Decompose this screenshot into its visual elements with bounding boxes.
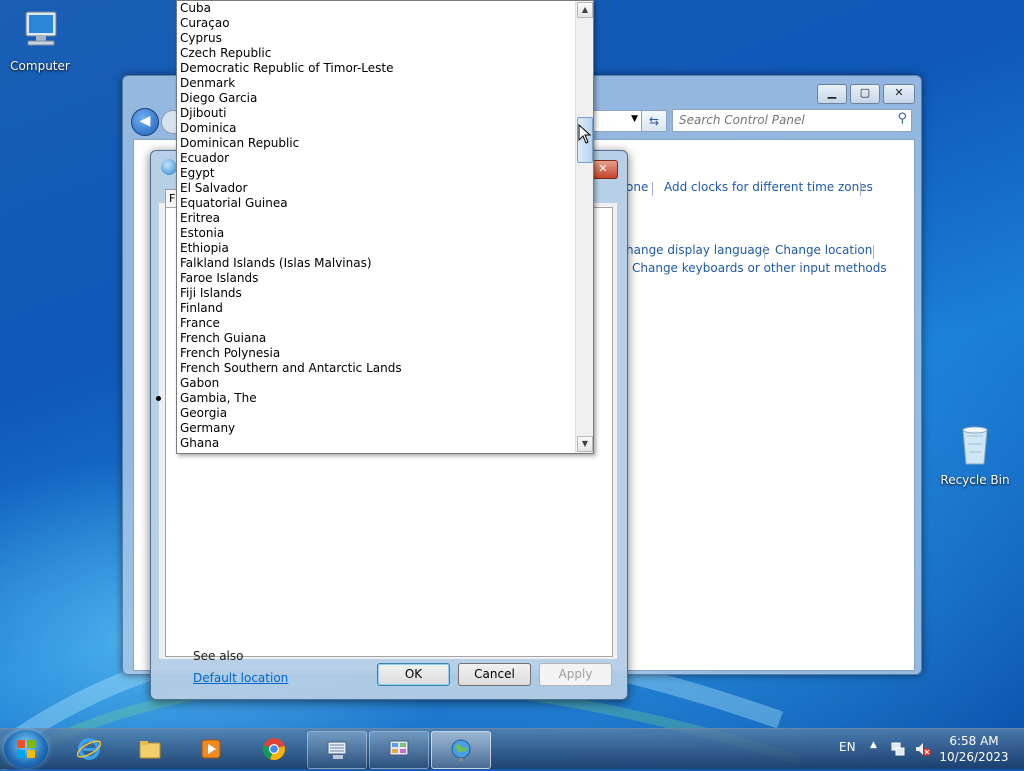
globe-icon xyxy=(451,739,471,761)
dropdown-item[interactable]: Finland xyxy=(177,301,575,316)
minimize-button[interactable]: ▁ xyxy=(817,84,847,104)
clock-time: 6:58 AM xyxy=(949,734,999,748)
dropdown-items: Cuba Curaçao Cyprus Czech Republic Democrati… xyxy=(177,1,575,451)
taskbar: EN ▲ xyxy=(0,728,1024,769)
dropdown-item[interactable]: Czech Republic xyxy=(177,46,575,61)
network-icon[interactable] xyxy=(890,741,906,757)
dropdown-item[interactable]: Djibouti xyxy=(177,106,575,121)
dropdown-scrollbar[interactable]: ▲ ▼ xyxy=(575,1,593,453)
scroll-down-icon[interactable]: ▼ xyxy=(577,436,593,452)
dropdown-item[interactable]: France xyxy=(177,316,575,331)
system-clock[interactable]: 6:58 AM 10/26/2023 xyxy=(938,733,1010,765)
start-button[interactable] xyxy=(4,730,48,768)
dropdown-item[interactable]: Ethiopia xyxy=(177,241,575,256)
dropdown-item[interactable]: El Salvador xyxy=(177,181,575,196)
see-also-heading: See also xyxy=(193,649,244,663)
taskbar-control-panel[interactable] xyxy=(369,731,429,769)
desktop-icon-recycle-bin[interactable]: Recycle Bin xyxy=(935,422,1015,487)
bullet-dot xyxy=(156,396,161,401)
dropdown-item[interactable]: Fiji Islands xyxy=(177,286,575,301)
dropdown-item[interactable]: Germany xyxy=(177,421,575,436)
dropdown-item[interactable]: Cyprus xyxy=(177,31,575,46)
dropdown-item[interactable]: French Southern and Antarctic Lands xyxy=(177,361,575,376)
dropdown-item[interactable]: Curaçao xyxy=(177,16,575,31)
volume-muted-icon[interactable] xyxy=(914,741,932,757)
search-input[interactable] xyxy=(673,110,891,129)
computer-icon xyxy=(25,11,57,46)
dropdown-item[interactable]: Georgia xyxy=(177,406,575,421)
desktop-icon-label: Computer xyxy=(10,59,70,73)
taskbar-file-explorer[interactable] xyxy=(121,731,179,767)
media-player-icon xyxy=(201,739,221,759)
dropdown-item[interactable]: Dominica xyxy=(177,121,575,136)
desktop-icon-label: Recycle Bin xyxy=(940,473,1010,487)
control-panel-icon xyxy=(389,740,409,756)
recycle-bin-icon xyxy=(962,426,988,465)
link-separator xyxy=(652,182,653,196)
dropdown-item[interactable]: French Polynesia xyxy=(177,346,575,361)
location-dropdown-list[interactable]: Cuba Curaçao Cyprus Czech Republic Democrati… xyxy=(176,0,594,454)
taskbar-chrome[interactable] xyxy=(245,731,303,767)
dropdown-item[interactable]: Cuba xyxy=(177,1,575,16)
link-separator xyxy=(873,245,874,259)
clock-date: 10/26/2023 xyxy=(939,750,1009,764)
dropdown-item[interactable]: Democratic Republic of Timor-Leste xyxy=(177,61,575,76)
dropdown-item[interactable]: Eritrea xyxy=(177,211,575,226)
close-window-button[interactable]: ✕ xyxy=(883,84,915,104)
time-zone-link[interactable]: one xyxy=(626,180,648,194)
link-separator xyxy=(764,245,765,259)
dropdown-item[interactable]: Dominican Republic xyxy=(177,136,575,151)
chevron-down-icon[interactable]: ▼ xyxy=(631,114,638,124)
taskbar-internet-explorer[interactable] xyxy=(60,731,118,767)
dropdown-item[interactable]: Faroe Islands xyxy=(177,271,575,286)
folder-icon xyxy=(139,741,161,759)
internet-explorer-icon xyxy=(77,738,101,760)
dropdown-item[interactable]: Gambia, The xyxy=(177,391,575,406)
back-arrow-icon[interactable]: ◀ xyxy=(131,108,159,136)
taskbar-on-screen-keyboard[interactable] xyxy=(307,731,367,769)
address-bar[interactable]: ▼ xyxy=(593,110,643,132)
dropdown-item[interactable]: Ghana xyxy=(177,436,575,451)
dropdown-item[interactable]: Egypt xyxy=(177,166,575,181)
dropdown-item[interactable]: Estonia xyxy=(177,226,575,241)
change-location-link[interactable]: Change location xyxy=(775,243,872,257)
dropdown-item[interactable]: Diego Garcia xyxy=(177,91,575,106)
dropdown-item[interactable]: Gabon xyxy=(177,376,575,391)
keyboard-icon xyxy=(327,741,347,759)
change-keyboards-link[interactable]: Change keyboards or other input methods xyxy=(632,261,887,275)
chrome-icon xyxy=(262,738,285,761)
ok-button[interactable]: OK xyxy=(377,663,450,686)
mouse-cursor-icon xyxy=(578,124,592,144)
globe-icon xyxy=(161,159,177,175)
desktop-icon-computer[interactable]: Computer xyxy=(0,8,80,73)
taskbar-region[interactable] xyxy=(431,731,491,769)
scroll-up-icon[interactable]: ▲ xyxy=(577,2,593,18)
dropdown-item[interactable]: Ecuador xyxy=(177,151,575,166)
dropdown-item[interactable]: French Guiana xyxy=(177,331,575,346)
default-location-link[interactable]: Default location xyxy=(193,671,288,685)
search-box[interactable]: ⚲ xyxy=(672,109,912,132)
change-display-language-link[interactable]: hange display language xyxy=(626,243,770,257)
dropdown-item[interactable]: Equatorial Guinea xyxy=(177,196,575,211)
dropdown-item[interactable]: Denmark xyxy=(177,76,575,91)
taskbar-media-player[interactable] xyxy=(182,731,240,767)
dropdown-item[interactable]: Falkland Islands (Islas Malvinas) xyxy=(177,256,575,271)
maximize-button[interactable]: ▢ xyxy=(850,84,880,104)
apply-button[interactable]: Apply xyxy=(539,663,612,686)
windows-logo-icon xyxy=(17,740,35,758)
language-indicator[interactable]: EN xyxy=(839,740,856,754)
show-hidden-icons-icon[interactable]: ▲ xyxy=(870,740,877,750)
cancel-button[interactable]: Cancel xyxy=(458,663,531,686)
refresh-icon[interactable]: ⇆ xyxy=(641,110,667,132)
link-separator xyxy=(860,182,861,196)
add-clocks-link[interactable]: Add clocks for different time zones xyxy=(664,180,873,194)
search-icon[interactable]: ⚲ xyxy=(897,111,907,126)
